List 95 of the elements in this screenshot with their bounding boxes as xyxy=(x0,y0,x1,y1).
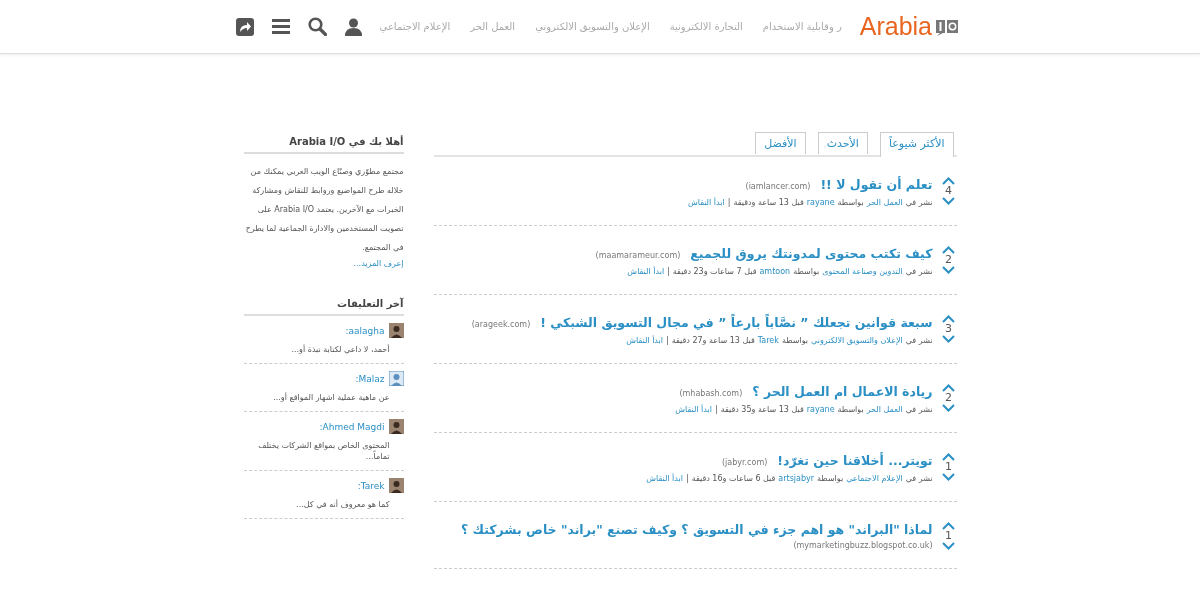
vote-count: 3 xyxy=(945,323,952,335)
author-link[interactable]: rayane xyxy=(806,405,835,414)
meta-text: بواسطة xyxy=(793,267,820,276)
meta-text: نشر في xyxy=(905,198,933,207)
category-link[interactable]: الإعلان والتسويق الالكتروني xyxy=(811,336,903,345)
post-domain: (mymarketingbuzz.blogspot.co.uk) xyxy=(793,541,933,550)
comment-author[interactable]: Ahmed Magdi: xyxy=(319,421,385,432)
downvote-icon[interactable] xyxy=(942,542,955,550)
meta-separator: | xyxy=(727,198,731,207)
vote-count: 2 xyxy=(945,254,952,266)
meta-text: بواسطة xyxy=(837,405,864,414)
search-icon[interactable] xyxy=(307,17,327,36)
nav-link[interactable]: ر وقابلية الاستخدام xyxy=(762,21,842,32)
meta-text: نشر في xyxy=(905,474,933,483)
comment-text: أحمد، لا داعي لكتابة نبذة أو... xyxy=(290,344,391,355)
downvote-icon[interactable] xyxy=(942,404,955,412)
post-title[interactable]: تعلم أن تقول لا !! xyxy=(820,177,933,192)
post-domain: (mhabash.com) xyxy=(679,389,743,398)
category-link[interactable]: التدوين وصناعة المحتوى xyxy=(822,267,903,276)
author-link[interactable]: rayane xyxy=(806,198,835,207)
tab[interactable]: الأفضل xyxy=(755,132,806,154)
comment-text: المحتوى الخاص بمواقع الشركات يختلف تماماً... xyxy=(257,440,391,462)
discuss-link[interactable]: ابدأ النقاش xyxy=(626,336,663,345)
post-time: قبل 13 ساعة ودقيقة xyxy=(733,198,804,207)
avatar-icon xyxy=(388,323,404,338)
meta-separator: | xyxy=(714,405,718,414)
comment-author[interactable]: aalagha: xyxy=(345,325,385,336)
category-link[interactable]: الإعلام الاجتماعي xyxy=(846,474,903,483)
upvote-icon[interactable] xyxy=(942,522,955,530)
menu-icon[interactable] xyxy=(271,19,290,34)
discuss-link[interactable]: ابدأ النقاش xyxy=(646,474,683,483)
upvote-icon[interactable] xyxy=(942,453,955,461)
author-link[interactable]: amtoon xyxy=(759,267,791,276)
category-link[interactable]: العمل الحر xyxy=(866,405,903,414)
author-link[interactable]: Tarek xyxy=(757,336,779,345)
post-domain: (iamlancer.com) xyxy=(745,182,811,191)
vote-count: 1 xyxy=(945,461,952,473)
avatar-icon xyxy=(388,419,404,434)
post-title[interactable]: لماذا "البراند" هو اهم جزء في التسويق ؟ وكيف تصنع "براند" خاص بشركتك ؟ xyxy=(460,522,933,537)
post-title[interactable]: كيف تكتب محتوى لمدونتك يروق للجميع xyxy=(690,246,933,261)
tab[interactable]: الأحدث xyxy=(817,132,868,154)
meta-separator: | xyxy=(666,336,669,345)
post-time: قبل 13 ساعة و27 دقيقة xyxy=(671,336,755,345)
nav-link[interactable]: الإعلام الاجتماعي xyxy=(379,21,451,32)
post-time: قبل 7 ساعات و23 دقيقة xyxy=(672,267,757,276)
post-title[interactable]: سبعة قوانين تجعلك ” نصَّاباً بارعاً ” في مجال التسويق الشبكي ! xyxy=(540,315,933,330)
post-time: قبل 6 ساعات و16 دقيقة xyxy=(691,474,776,483)
share-icon[interactable] xyxy=(235,17,254,36)
vote-count: 2 xyxy=(945,392,952,404)
avatar-icon xyxy=(388,371,404,386)
upvote-icon[interactable] xyxy=(942,384,955,392)
tab[interactable]: الأكثر شيوعاً xyxy=(879,132,954,157)
comment-text: كما هو معروف أنه في كل... xyxy=(295,499,391,510)
discuss-link[interactable]: ابدأ النقاش xyxy=(675,405,712,414)
downvote-icon[interactable] xyxy=(942,473,955,481)
meta-separator: | xyxy=(667,267,670,276)
meta-text: بواسطة xyxy=(817,474,844,483)
meta-text: نشر في xyxy=(905,405,933,414)
learn-more-link[interactable]: إعرف المزيد... xyxy=(243,259,404,268)
nav-link[interactable]: التجارة الالكترونية xyxy=(669,21,743,32)
logo-text: Arabia xyxy=(859,12,932,41)
post-title[interactable]: ريادة الاعمال ام العمل الحر ؟ xyxy=(752,384,933,399)
upvote-icon[interactable] xyxy=(942,177,955,185)
discuss-link[interactable]: ابدأ النقاش xyxy=(627,267,665,276)
comment-author[interactable]: Malaz: xyxy=(355,373,385,384)
meta-text: نشر في xyxy=(905,267,933,276)
meta-separator: | xyxy=(685,474,689,483)
author-link[interactable]: artsjabyr xyxy=(778,474,815,483)
comment-author[interactable]: Tarek: xyxy=(357,480,385,491)
downvote-icon[interactable] xyxy=(942,335,955,343)
logo-icon xyxy=(936,17,958,36)
category-link[interactable]: العمل الحر xyxy=(866,198,903,207)
meta-text: نشر في xyxy=(905,336,933,345)
post-time: قبل 13 ساعة و35 دقيقة xyxy=(720,405,804,414)
sidebar-heading: أهلا بك في Arabia I/O xyxy=(243,132,404,154)
nav-link[interactable]: الإعلان والتسويق الالكتروني xyxy=(535,21,650,32)
discuss-link[interactable]: ابدأ النقاش xyxy=(687,198,725,207)
post-domain: (arageek.com) xyxy=(471,320,531,329)
upvote-icon[interactable] xyxy=(942,315,955,323)
vote-count: 1 xyxy=(945,530,952,542)
nav-link[interactable]: العمل الحر xyxy=(470,21,516,32)
downvote-icon[interactable] xyxy=(942,197,955,205)
upvote-icon[interactable] xyxy=(942,246,955,254)
post-domain: (jabyr.com) xyxy=(721,458,768,467)
meta-text: بواسطة xyxy=(837,198,864,207)
meta-text: بواسطة xyxy=(781,336,809,345)
post-title[interactable]: تويتر... أخلاقنا حين تغرّد! xyxy=(777,453,933,468)
post-domain: (maamarameur.com) xyxy=(595,251,681,260)
avatar-icon xyxy=(388,478,404,493)
sidebar-heading: آخر التعليقات xyxy=(243,294,404,316)
downvote-icon[interactable] xyxy=(942,266,955,274)
comment-text: عن ماهية عملية اشهار المواقع أو... xyxy=(272,392,391,403)
vote-count: 4 xyxy=(945,185,952,197)
user-icon[interactable] xyxy=(344,17,362,36)
welcome-text: مجتمع مطوّري وصنّاع الويب العربي يمكنك من خلاله طرح المواضيع وروابط للنقاش ومشاركة الخبرات مع الآخرين. يعتمد Arabia I/O على تصويت المستخدمين والادارة الجماعية لما يطرح في المجتمع. xyxy=(244,166,404,254)
